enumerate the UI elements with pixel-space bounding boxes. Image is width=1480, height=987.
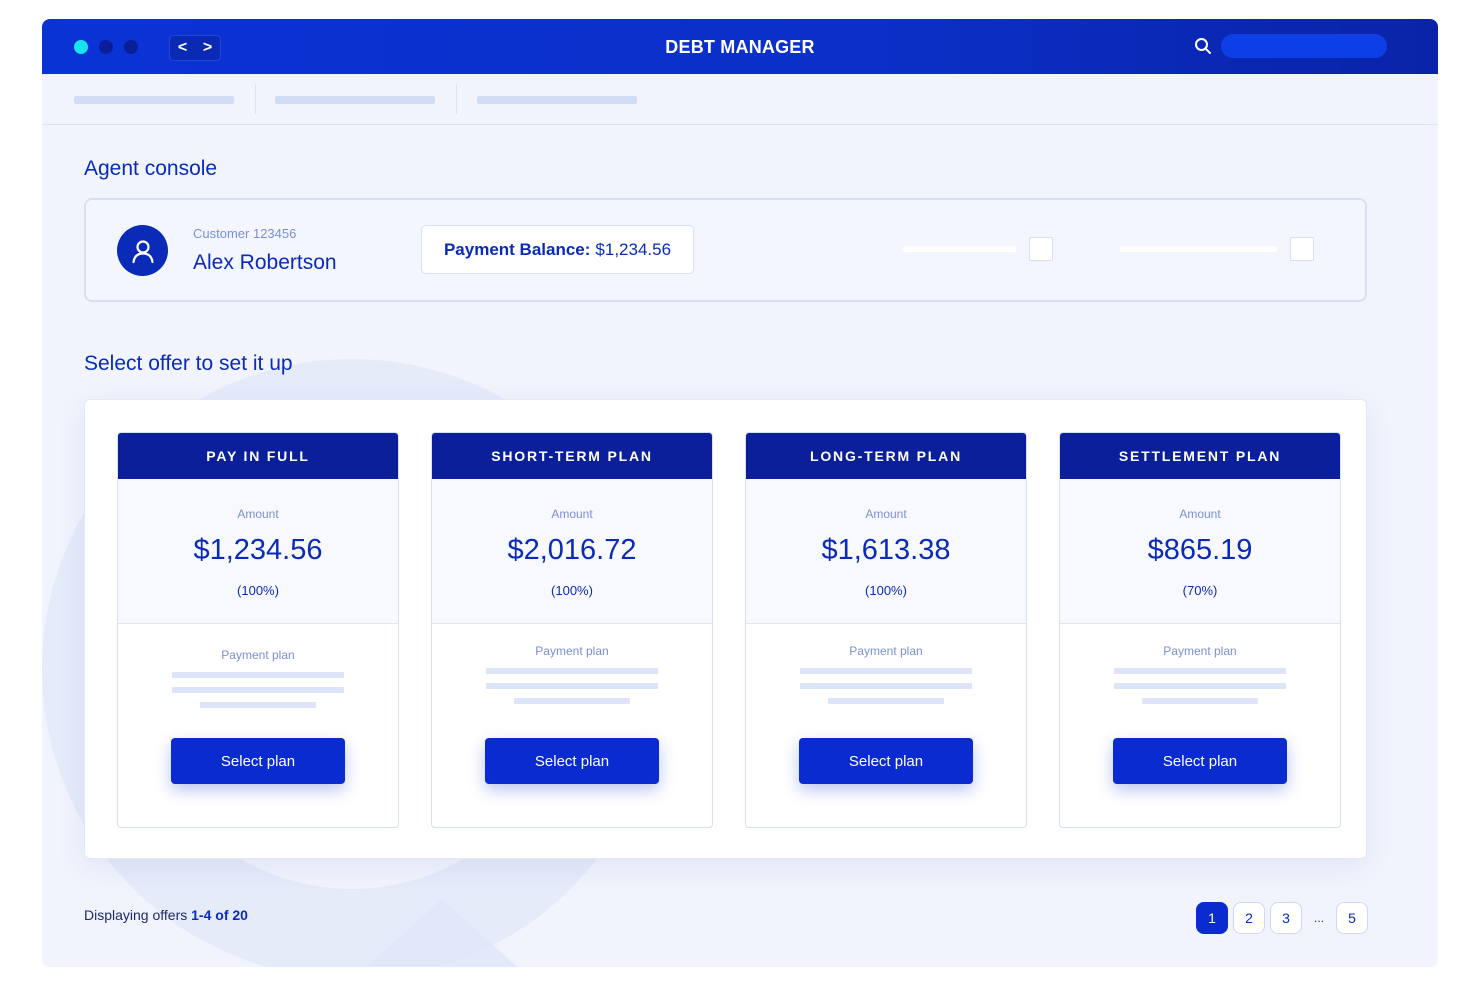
amount-value: $1,613.38 [821, 534, 951, 566]
plan-title: SHORT-TERM PLAN [432, 433, 712, 479]
amount-label: Amount [551, 507, 593, 521]
plan-amount-section: Amount $865.19 (70%) [1060, 479, 1340, 624]
payment-plan-placeholder [800, 683, 972, 689]
payment-plan-placeholder [1142, 698, 1258, 704]
amount-value: $2,016.72 [507, 534, 637, 566]
page-button-1[interactable]: 1 [1196, 902, 1228, 934]
plan-card-long-term: LONG-TERM PLAN Amount $1,613.38 (100%) P… [745, 432, 1027, 828]
payment-plan-placeholder [514, 698, 630, 704]
plan-body: Payment plan Select plan [432, 624, 712, 827]
payment-plan-placeholder [486, 668, 658, 674]
option-checkbox[interactable] [1290, 237, 1314, 261]
page-button-2[interactable]: 2 [1233, 902, 1265, 934]
payment-plan-placeholder [828, 698, 944, 704]
display-info: Displaying offers 1-4 of 20 [84, 907, 248, 923]
payment-plan-placeholder [800, 668, 972, 674]
payment-plan-placeholder [172, 687, 344, 693]
offers-heading: Select offer to set it up [84, 352, 293, 375]
payment-plan-label: Payment plan [221, 648, 295, 662]
customer-card: Customer 123456 Alex Robertson Payment B… [84, 198, 1367, 302]
option-checkbox[interactable] [1029, 237, 1053, 261]
plan-title: PAY IN FULL [118, 433, 398, 479]
amount-value: $1,234.56 [193, 534, 323, 566]
option-placeholder-line [903, 246, 1016, 252]
payment-plan-placeholder [1114, 668, 1286, 674]
amount-label: Amount [865, 507, 907, 521]
tab-placeholder[interactable] [275, 96, 435, 104]
payment-plan-label: Payment plan [849, 644, 923, 658]
tab-placeholder[interactable] [74, 96, 234, 104]
plan-body: Payment plan Select plan [1060, 624, 1340, 827]
select-plan-button[interactable]: Select plan [799, 738, 973, 784]
pagination: 1 2 3 ... 5 [1196, 902, 1373, 934]
amount-label: Amount [237, 507, 279, 521]
select-plan-button[interactable]: Select plan [1113, 738, 1287, 784]
select-plan-button[interactable]: Select plan [171, 738, 345, 784]
payment-plan-placeholder [486, 683, 658, 689]
customer-name: Alex Robertson [193, 251, 337, 274]
plan-amount-section: Amount $1,234.56 (100%) [118, 479, 398, 624]
amount-percent: (100%) [551, 583, 593, 598]
amount-percent: (100%) [865, 583, 907, 598]
plan-amount-section: Amount $2,016.72 (100%) [432, 479, 712, 624]
select-plan-button[interactable]: Select plan [485, 738, 659, 784]
pagination-ellipsis: ... [1313, 911, 1324, 925]
plan-card-short-term: SHORT-TERM PLAN Amount $2,016.72 (100%) … [431, 432, 713, 828]
payment-plan-placeholder [200, 702, 316, 708]
payment-balance-value: $1,234.56 [595, 239, 672, 259]
customer-id: Customer 123456 [193, 226, 297, 241]
plan-body: Payment plan Select plan [746, 624, 1026, 827]
payment-plan-placeholder [1114, 683, 1286, 689]
payment-plan-placeholder [172, 672, 344, 678]
option-placeholder-line [1120, 246, 1277, 252]
title-bar: < > DEBT MANAGER [42, 19, 1438, 74]
payment-plan-label: Payment plan [1163, 644, 1237, 658]
display-prefix: Displaying offers [84, 907, 188, 923]
sub-navigation [42, 74, 1438, 125]
amount-percent: (100%) [237, 583, 279, 598]
page-button-3[interactable]: 3 [1270, 902, 1302, 934]
plan-card-settlement: SETTLEMENT PLAN Amount $865.19 (70%) Pay… [1059, 432, 1341, 828]
tab-divider [255, 84, 256, 114]
search-input[interactable] [1221, 34, 1387, 58]
amount-value: $865.19 [1147, 534, 1253, 566]
payment-balance-label: Payment Balance: [443, 239, 591, 259]
background-decoration [342, 899, 542, 967]
user-icon [131, 239, 154, 263]
plan-body: Payment plan Select plan [118, 624, 398, 827]
avatar [117, 225, 168, 276]
page-button-5[interactable]: 5 [1336, 902, 1368, 934]
app-window: < > DEBT MANAGER Agent console Customer … [42, 19, 1438, 967]
plan-amount-section: Amount $1,613.38 (100%) [746, 479, 1026, 624]
payment-balance: Payment Balance: $1,234.56 [421, 225, 694, 274]
display-range: 1-4 of 20 [191, 907, 248, 923]
offers-panel: PAY IN FULL Amount $1,234.56 (100%) Paym… [84, 399, 1367, 859]
payment-plan-label: Payment plan [535, 644, 609, 658]
tab-divider [456, 84, 457, 114]
agent-console-heading: Agent console [84, 157, 218, 180]
plan-title: SETTLEMENT PLAN [1060, 433, 1340, 479]
tab-placeholder[interactable] [477, 96, 637, 104]
amount-label: Amount [1179, 507, 1221, 521]
search-icon[interactable] [1194, 37, 1212, 55]
amount-percent: (70%) [1182, 583, 1218, 598]
plan-card-pay-in-full: PAY IN FULL Amount $1,234.56 (100%) Paym… [117, 432, 399, 828]
plan-title: LONG-TERM PLAN [746, 433, 1026, 479]
